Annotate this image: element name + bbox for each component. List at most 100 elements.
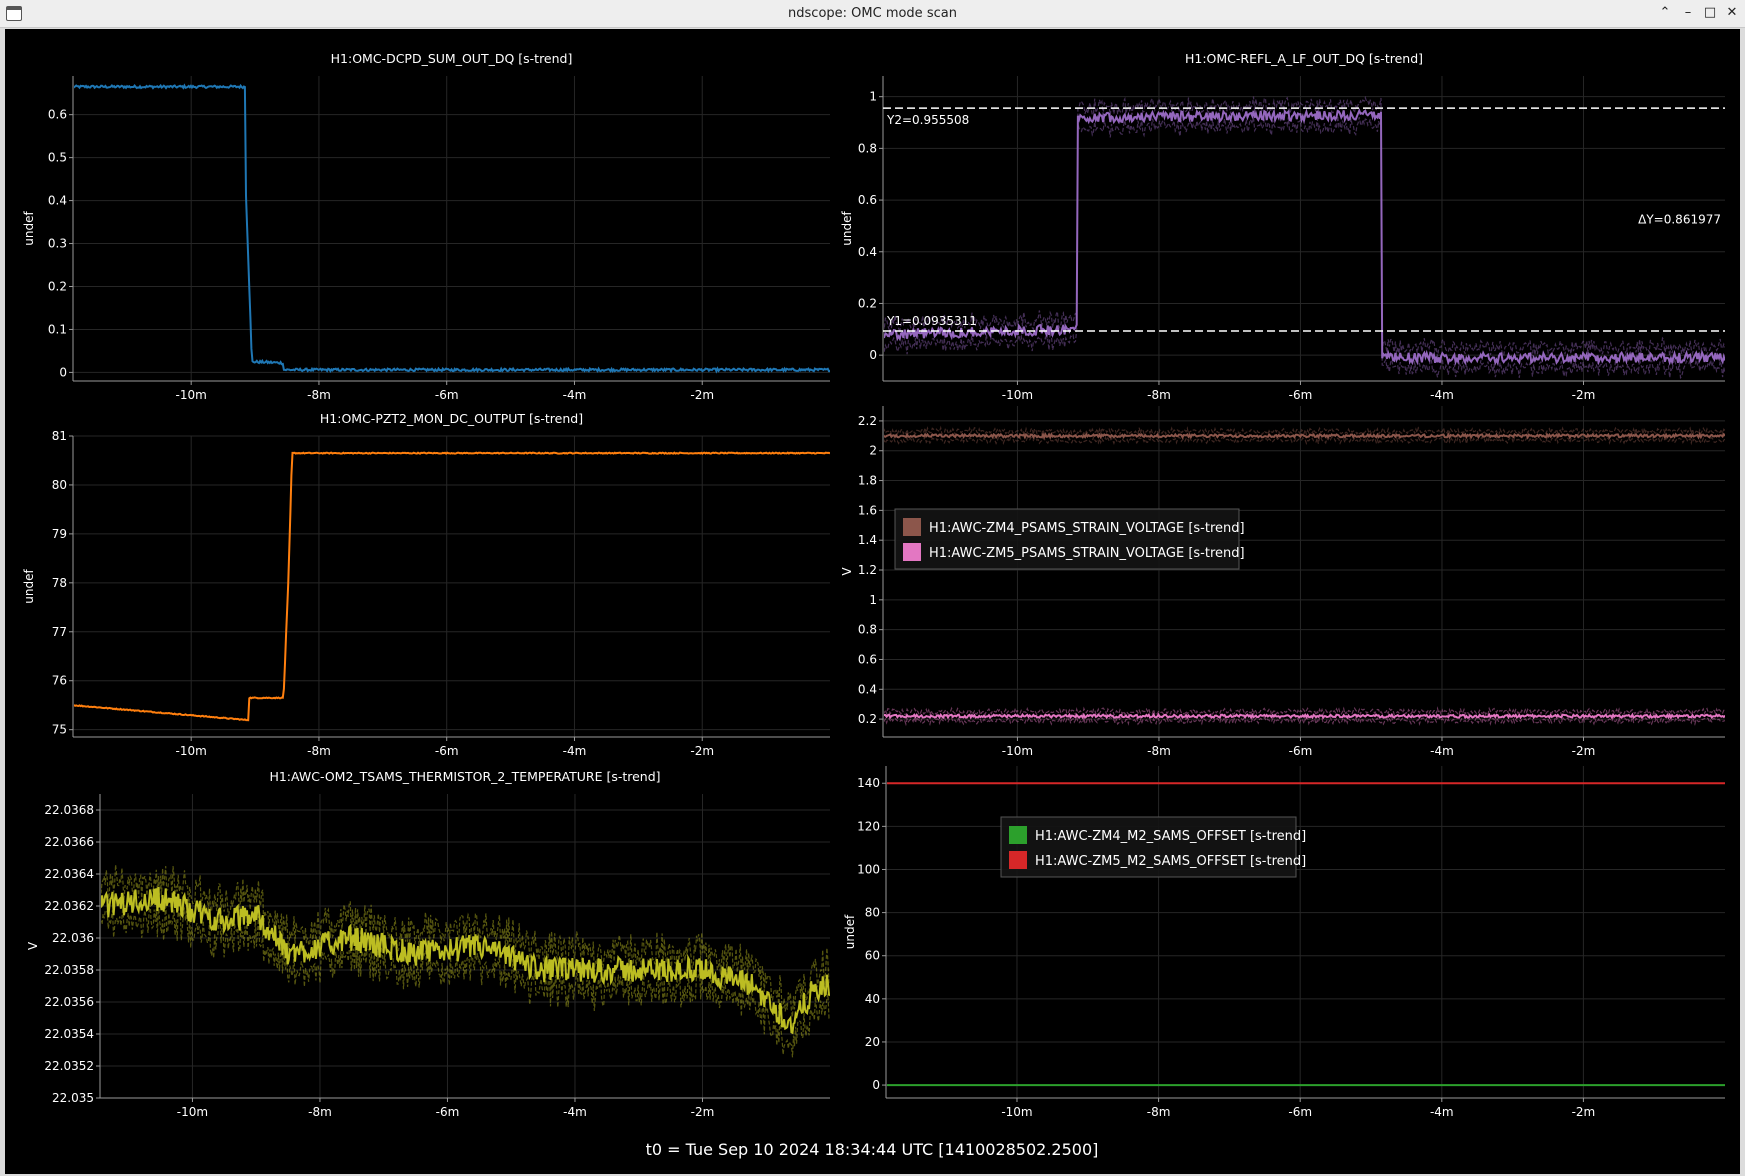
close-button[interactable]: ✕ xyxy=(1723,4,1741,22)
y-tick-label: 22.0358 xyxy=(44,963,94,977)
y-axis-label: undef xyxy=(843,914,857,949)
chart-title: H1:AWC-OM2_TSAMS_THERMISTOR_2_TEMPERATUR… xyxy=(269,769,660,784)
series-line xyxy=(74,451,830,722)
x-tick-label: -8m xyxy=(1147,388,1171,402)
window-title: ndscope: OMC mode scan xyxy=(788,6,957,21)
plots-canvas[interactable]: -10m -8m -6m -4m -2m 0 0.1 0.2 0.3 0.4 0.5 0.6 undef… xyxy=(5,29,1740,1174)
maximize-button[interactable]: □ xyxy=(1701,4,1719,22)
legend-item-label: H1:AWC-ZM4_PSAMS_STRAIN_VOLTAGE [s-trend… xyxy=(929,521,1245,536)
y-tick-label: 100 xyxy=(857,862,880,876)
x-tick-label: -10m xyxy=(1002,388,1033,402)
x-tick-label: -10m xyxy=(177,1105,208,1119)
y-tick-label: 0.6 xyxy=(858,652,877,666)
chart-awc-strain: -10m -8m -6m -4m -2m 0.2 0.4 0.6 0.8 1 1.2 1.4 1.6 1.… xyxy=(840,406,1725,758)
y-tick-label: 0.2 xyxy=(858,712,877,726)
y-tick-label: 22.036 xyxy=(52,931,94,945)
x-tick-label: -6m xyxy=(435,388,459,402)
x-tick-label: -8m xyxy=(1147,744,1171,758)
y-tick-label: 0.4 xyxy=(48,194,67,208)
y-tick-label: 78 xyxy=(52,576,67,590)
t0-label: t0 = Tue Sep 10 2024 18:34:44 UTC [14100… xyxy=(646,1140,1099,1159)
x-tick-label: -10m xyxy=(176,388,207,402)
chart-awc-offset: -10m -8m -6m -4m -2m 0 20 40 60 80 100 120 140 undef H… xyxy=(843,766,1725,1119)
legend: H1:AWC-ZM4_M2_SAMS_OFFSET [s-trend] H1:AW… xyxy=(1000,816,1306,878)
y-tick-label: 0.6 xyxy=(48,108,67,122)
y-tick-label: 22.0352 xyxy=(44,1059,94,1073)
series-line xyxy=(101,886,830,1035)
window-titlebar: ndscope: OMC mode scan ⌃ – □ ✕ xyxy=(0,0,1745,28)
y-tick-label: 1.2 xyxy=(858,563,877,577)
y-tick-label: 22.0364 xyxy=(44,867,94,881)
x-tick-label: -2m xyxy=(1572,1105,1596,1119)
series-min-line xyxy=(884,116,1725,380)
x-tick-label: -4m xyxy=(563,388,587,402)
y-tick-label: 0 xyxy=(869,348,877,362)
y-tick-label: 0.2 xyxy=(48,279,67,293)
legend-swatch xyxy=(903,543,921,561)
y-tick-label: 22.0356 xyxy=(44,995,94,1009)
chart-title: H1:OMC-PZT2_MON_DC_OUTPUT [s-trend] xyxy=(320,411,583,426)
chart-title: H1:OMC-REFL_A_LF_OUT_DQ [s-trend] xyxy=(1185,51,1423,66)
y-tick-label: 0.3 xyxy=(48,237,67,251)
y-tick-label: 76 xyxy=(52,674,67,688)
x-tick-label: -2m xyxy=(1572,744,1596,758)
y-tick-label: 140 xyxy=(857,776,880,790)
chart-omc-dcpd: -10m -8m -6m -4m -2m 0 0.1 0.2 0.3 0.4 0.5 0.6 undef… xyxy=(22,51,830,402)
x-tick-label: -6m xyxy=(1289,388,1313,402)
y-tick-label: 0.1 xyxy=(48,322,67,336)
y-tick-label: 0.8 xyxy=(858,623,877,637)
y-tick-label: 0.4 xyxy=(858,682,877,696)
y-tick-label: 1 xyxy=(869,593,877,607)
y-tick-label: 1.8 xyxy=(858,474,877,488)
y-tick-label: 0.2 xyxy=(858,296,877,310)
x-tick-label: -10m xyxy=(176,744,207,758)
y-tick-label: 22.0366 xyxy=(44,835,94,849)
keep-above-button[interactable]: ⌃ xyxy=(1656,4,1674,22)
y-tick-label: 60 xyxy=(865,949,880,963)
series-max-line xyxy=(884,425,1725,438)
y-tick-label: 22.0368 xyxy=(44,803,94,817)
x-tick-label: -10m xyxy=(1002,744,1033,758)
chart-awc-thermistor: -10m -8m -6m -4m -2m 22.035 22.0352 22.0354 22.0… xyxy=(26,769,830,1119)
y-tick-label: 22.0362 xyxy=(44,899,94,913)
x-tick-label: -2m xyxy=(690,744,714,758)
y-tick-label: 2 xyxy=(869,444,877,458)
series-group xyxy=(74,83,830,374)
y-tick-label: 0.5 xyxy=(48,151,67,165)
y-tick-label: 22.035 xyxy=(52,1091,94,1105)
series-group xyxy=(884,425,1725,727)
x-tick-label: -8m xyxy=(307,744,331,758)
series-max-line xyxy=(884,95,1725,357)
legend-swatch xyxy=(903,518,921,536)
x-tick-label: -2m xyxy=(691,1105,715,1119)
x-tick-label: -6m xyxy=(436,1105,460,1119)
y-tick-label: 1 xyxy=(869,90,877,104)
y-tick-label: 0.8 xyxy=(858,141,877,155)
y-tick-label: 22.0354 xyxy=(44,1027,94,1041)
y-tick-label: 120 xyxy=(857,819,880,833)
x-tick-label: -10m xyxy=(1001,1105,1032,1119)
series-group xyxy=(884,95,1725,380)
x-tick-label: -8m xyxy=(307,388,331,402)
minimize-button[interactable]: – xyxy=(1679,4,1697,22)
cursor-y1-label: Y1=0.0935311 xyxy=(886,314,977,328)
y-tick-label: 1.4 xyxy=(858,533,877,547)
y-tick-label: 79 xyxy=(52,527,67,541)
y-tick-label: 2.2 xyxy=(858,414,877,428)
y-tick-label: 0.6 xyxy=(858,193,877,207)
y-tick-label: 20 xyxy=(865,1035,880,1049)
x-tick-label: -6m xyxy=(435,744,459,758)
y-tick-label: 0 xyxy=(872,1078,880,1092)
y-tick-label: 77 xyxy=(52,625,67,639)
chart-omc-refl: -10m -8m -6m -4m -2m 0 0.2 0.4 0.6 0.8 1 undef H1:OM… xyxy=(840,51,1725,402)
plot-area: -10m -8m -6m -4m -2m 0 0.1 0.2 0.3 0.4 0.5 0.6 undef… xyxy=(5,29,1740,1174)
cursor-delta-label: ΔY=0.861977 xyxy=(1638,213,1721,227)
y-tick-label: 40 xyxy=(865,992,880,1006)
y-axis-label: undef xyxy=(22,211,36,246)
series-line xyxy=(884,431,1725,440)
x-tick-label: -4m xyxy=(563,1105,587,1119)
y-tick-label: 1.6 xyxy=(858,503,877,517)
x-tick-label: -8m xyxy=(1147,1105,1171,1119)
series-line xyxy=(884,712,1725,720)
legend: H1:AWC-ZM4_PSAMS_STRAIN_VOLTAGE [s-trend… xyxy=(894,508,1245,570)
